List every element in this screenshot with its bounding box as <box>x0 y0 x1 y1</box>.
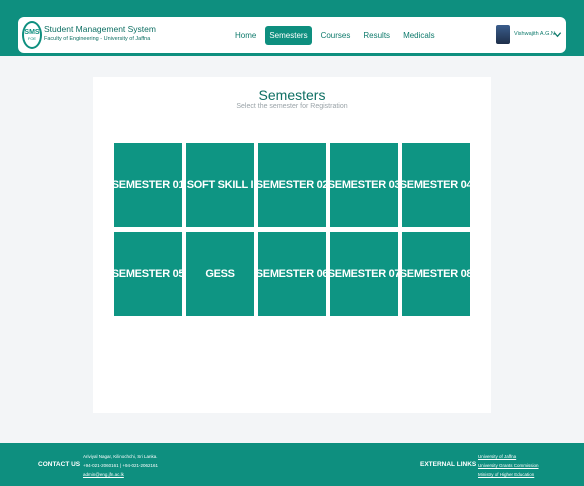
footer: CONTACT US Ariviyal Nagar, Kilinochchi, … <box>0 443 584 486</box>
logo-text: SMS <box>24 29 40 36</box>
tile-semester-02[interactable]: SEMESTER 02 <box>256 143 329 227</box>
external-links-label: EXTERNAL LINKS <box>420 461 477 468</box>
chevron-down-icon[interactable] <box>553 30 562 39</box>
tile-semester-01[interactable]: SEMESTER 01 <box>112 143 185 227</box>
contact-label: CONTACT US <box>38 461 81 468</box>
link-ugc[interactable]: University Grants Commission <box>478 461 539 470</box>
tile-semester-08[interactable]: SEMESTER 08 <box>400 232 473 316</box>
tile-soft-skill-1[interactable]: SOFT SKILL I <box>186 143 254 227</box>
brand-title: Student Management System <box>44 24 156 34</box>
nav-medicals[interactable]: Medicals <box>399 26 439 45</box>
top-navbar: SMS FOE Student Management System Facult… <box>18 17 566 53</box>
tile-semester-04[interactable]: SEMESTER 04 <box>400 143 473 227</box>
link-ministry-higher-education[interactable]: Ministry of Higher Education <box>478 470 539 479</box>
nav-home[interactable]: Home <box>231 26 260 45</box>
contact-email-link[interactable]: admin@eng.jfn.ac.lk <box>83 470 158 479</box>
contact-info: Ariviyal Nagar, Kilinochchi, Sri Lanka. … <box>83 452 158 479</box>
main-nav: Home Semesters Courses Results Medicals <box>231 26 444 45</box>
user-name[interactable]: Vishwajith A.G.N <box>514 31 555 37</box>
brand-subtitle: Faculty of Engineering - University of J… <box>44 36 151 42</box>
logo-subtext: FOE <box>27 36 37 41</box>
tile-semester-06[interactable]: SEMESTER 06 <box>256 232 329 316</box>
tile-semester-05[interactable]: SEMESTER 05 <box>112 232 185 316</box>
semesters-card: Semesters Select the semester for Regist… <box>93 77 491 413</box>
contact-phone: +94-021-2060161 | +94-021-2062161 <box>83 463 158 468</box>
nav-semesters[interactable]: Semesters <box>265 26 312 45</box>
tile-gess[interactable]: GESS <box>186 232 254 316</box>
link-university-of-jaffna[interactable]: University of Jaffna <box>478 452 539 461</box>
page-title: Semesters <box>258 87 326 103</box>
tile-semester-03[interactable]: SEMESTER 03 <box>328 143 401 227</box>
page-subtitle: Select the semester for Registration <box>236 103 348 110</box>
external-links: University of Jaffna University Grants C… <box>478 452 539 479</box>
sms-logo[interactable]: SMS FOE <box>22 21 42 49</box>
contact-address: Ariviyal Nagar, Kilinochchi, Sri Lanka. <box>83 454 158 459</box>
tile-semester-07[interactable]: SEMESTER 07 <box>328 232 401 316</box>
nav-courses[interactable]: Courses <box>317 26 355 45</box>
avatar[interactable] <box>496 25 510 44</box>
nav-results[interactable]: Results <box>359 26 394 45</box>
